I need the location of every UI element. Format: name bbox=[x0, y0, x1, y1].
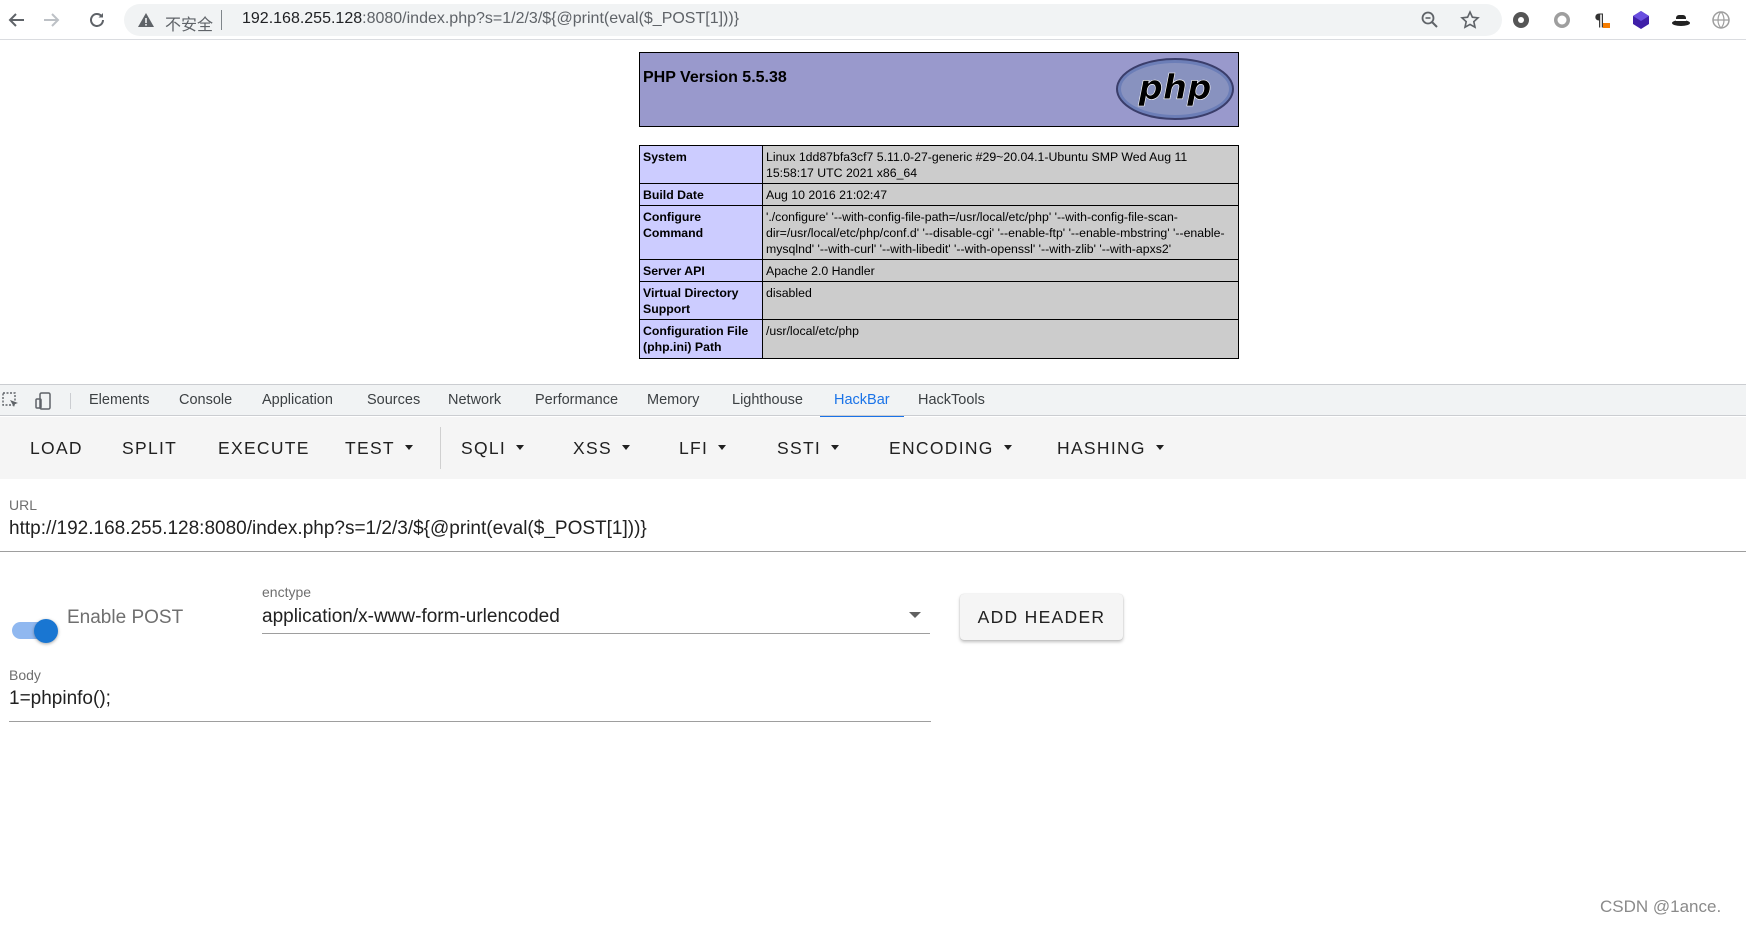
caret-down-icon bbox=[1155, 444, 1164, 450]
browser-toolbar: 不安全 192.168.255.128:8080/index.php?s=1/2… bbox=[0, 0, 1746, 40]
table-row: System Linux 1dd87bfa3cf7 5.11.0-27-gener… bbox=[639, 145, 1239, 184]
php-logo: php bbox=[1116, 58, 1234, 120]
test-menu-label: TEST bbox=[345, 438, 395, 458]
table-row: Build Date Aug 10 2016 21:02:47 bbox=[639, 183, 1239, 206]
row-key: Server API bbox=[639, 259, 763, 282]
address-bar[interactable]: 不安全 192.168.255.128:8080/index.php?s=1/2… bbox=[124, 4, 1502, 36]
load-button[interactable]: LOAD bbox=[30, 430, 83, 466]
bookmark-star-icon[interactable] bbox=[1460, 10, 1480, 30]
warning-triangle-icon[interactable] bbox=[136, 10, 156, 30]
caret-down-icon bbox=[718, 444, 727, 450]
url-field[interactable]: http://192.168.255.128:8080/index.php?s=… bbox=[9, 518, 647, 540]
row-key: System bbox=[639, 145, 763, 184]
row-value: /usr/local/etc/php bbox=[762, 319, 1239, 359]
row-key: Configuration File (php.ini) Path bbox=[639, 319, 763, 359]
svg-text:php: php bbox=[1138, 68, 1212, 108]
caret-down-icon bbox=[404, 444, 413, 450]
caret-down-icon bbox=[516, 444, 525, 450]
tab-lighthouse[interactable]: Lighthouse bbox=[732, 385, 803, 417]
tab-elements[interactable]: Elements bbox=[89, 385, 149, 417]
xss-menu-label: XSS bbox=[573, 438, 612, 458]
hackbar-toolbar: LOAD SPLIT EXECUTE TEST SQLI XSS LFI SST… bbox=[0, 417, 1746, 479]
sqli-menu-label: SQLI bbox=[461, 438, 507, 458]
encoding-menu-label: ENCODING bbox=[889, 438, 994, 458]
caret-down-icon bbox=[831, 444, 840, 450]
enable-post-switch[interactable] bbox=[34, 619, 58, 643]
tab-hackbar[interactable]: HackBar bbox=[820, 385, 904, 418]
row-value: Linux 1dd87bfa3cf7 5.11.0-27-generic #29… bbox=[762, 145, 1239, 184]
php-version-title: PHP Version 5.5.38 bbox=[643, 69, 787, 86]
watermark: CSDN @1ance. bbox=[1600, 897, 1722, 916]
body-field-underline bbox=[9, 721, 931, 722]
url-host: 192.168.255.128 bbox=[242, 10, 363, 27]
tab-performance[interactable]: Performance bbox=[535, 385, 618, 417]
ssti-menu-label: SSTI bbox=[777, 438, 822, 458]
url-path: :8080/index.php?s=1/2/3/${@print(eval($_… bbox=[362, 10, 740, 27]
php-info-table: System Linux 1dd87bfa3cf7 5.11.0-27-gener… bbox=[639, 145, 1239, 359]
row-key: Configure Command bbox=[639, 205, 763, 260]
encoding-menu-button[interactable]: ENCODING bbox=[889, 430, 1012, 466]
table-row: Configure Command './configure' '--with-c… bbox=[639, 205, 1239, 260]
php-version-header: PHP Version 5.5.38 php bbox=[639, 52, 1239, 127]
devtools-panel: Elements Console Application Sources Net… bbox=[0, 384, 1746, 927]
caret-down-icon bbox=[621, 444, 630, 450]
circle-extension-icon[interactable] bbox=[1551, 9, 1573, 31]
globe-extension-icon[interactable] bbox=[1710, 9, 1732, 31]
row-value: './configure' '--with-config-file-path=/… bbox=[762, 205, 1239, 260]
tab-network[interactable]: Network bbox=[448, 385, 501, 417]
url-field-label: URL bbox=[9, 497, 38, 513]
dropdown-arrow-icon[interactable] bbox=[909, 612, 921, 618]
row-key: Build Date bbox=[639, 183, 763, 206]
row-key: Virtual Directory Support bbox=[639, 281, 763, 320]
enable-post-label[interactable]: Enable POST bbox=[67, 607, 183, 629]
back-arrow-icon[interactable] bbox=[3, 6, 31, 34]
reload-icon[interactable] bbox=[83, 6, 111, 34]
devtools-tab-bar: Elements Console Application Sources Net… bbox=[0, 384, 1746, 418]
security-label[interactable]: 不安全 bbox=[165, 11, 213, 35]
xss-menu-button[interactable]: XSS bbox=[573, 430, 630, 466]
caret-down-icon bbox=[1003, 444, 1012, 450]
sqli-menu-button[interactable]: SQLI bbox=[461, 430, 525, 466]
ssti-menu-button[interactable]: SSTI bbox=[777, 430, 840, 466]
zoom-icon[interactable] bbox=[1420, 10, 1440, 30]
split-button[interactable]: SPLIT bbox=[122, 430, 177, 466]
add-header-button[interactable]: ADD HEADER bbox=[960, 594, 1123, 640]
paragraph-extension-icon[interactable]: ¶ bbox=[1590, 9, 1612, 31]
url-text[interactable]: 192.168.255.128:8080/index.php?s=1/2/3/$… bbox=[242, 10, 739, 28]
table-row: Configuration File (php.ini) Path/usr/lo… bbox=[639, 319, 1239, 359]
tab-console[interactable]: Console bbox=[179, 385, 232, 417]
device-toolbar-icon[interactable] bbox=[34, 391, 54, 411]
toolbar-divider bbox=[440, 427, 441, 469]
row-value: Apache 2.0 Handler bbox=[762, 259, 1239, 282]
toolbar-divider bbox=[70, 393, 71, 409]
lfi-menu-label: LFI bbox=[679, 438, 709, 458]
url-field-underline bbox=[0, 551, 1746, 552]
lfi-menu-button[interactable]: LFI bbox=[679, 430, 727, 466]
row-value: Aug 10 2016 21:02:47 bbox=[762, 183, 1239, 206]
tab-memory[interactable]: Memory bbox=[647, 385, 699, 417]
page-viewport: PHP Version 5.5.38 php System Linux 1dd87… bbox=[0, 41, 1746, 384]
tab-application[interactable]: Application bbox=[262, 385, 333, 417]
enctype-select[interactable]: application/x-www-form-urlencoded bbox=[262, 606, 560, 628]
enctype-label: enctype bbox=[262, 584, 312, 600]
forward-arrow-icon[interactable] bbox=[37, 6, 65, 34]
tab-sources[interactable]: Sources bbox=[367, 385, 420, 417]
inspect-element-icon[interactable] bbox=[1, 391, 21, 411]
cube-extension-icon[interactable] bbox=[1630, 9, 1652, 31]
test-menu-button[interactable]: TEST bbox=[345, 430, 413, 466]
gear-extension-icon[interactable] bbox=[1510, 9, 1532, 31]
body-field-label: Body bbox=[9, 667, 41, 683]
table-row: Server API Apache 2.0 Handler bbox=[639, 259, 1239, 282]
hat-extension-icon[interactable] bbox=[1670, 9, 1692, 31]
execute-button[interactable]: EXECUTE bbox=[218, 430, 310, 466]
enctype-underline bbox=[262, 633, 930, 634]
omnibox-divider bbox=[221, 10, 222, 30]
body-field[interactable]: 1=phpinfo(); bbox=[9, 688, 111, 710]
row-value: disabled bbox=[762, 281, 1239, 320]
tab-hacktools[interactable]: HackTools bbox=[918, 385, 985, 417]
hashing-menu-button[interactable]: HASHING bbox=[1057, 430, 1164, 466]
table-row: Virtual Directory Support disabled bbox=[639, 281, 1239, 320]
hashing-menu-label: HASHING bbox=[1057, 438, 1146, 458]
